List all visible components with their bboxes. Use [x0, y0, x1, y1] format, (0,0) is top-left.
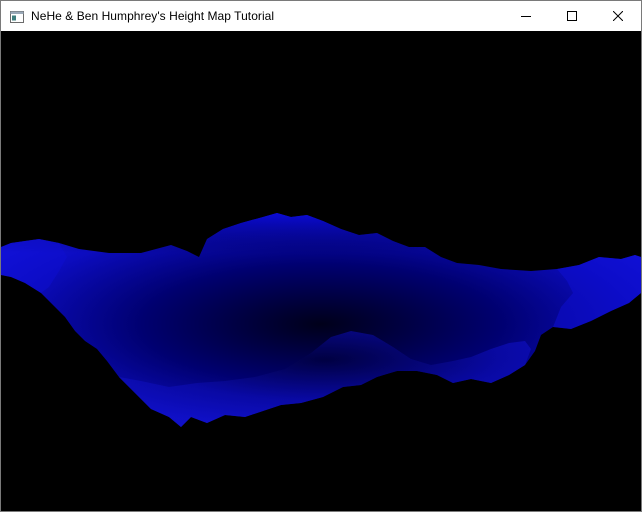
- window-controls: [503, 1, 641, 31]
- terrain-render: [1, 213, 641, 427]
- window-title: NeHe & Ben Humphrey's Height Map Tutoria…: [31, 9, 275, 23]
- minimize-button[interactable]: [503, 1, 549, 31]
- minimize-icon: [521, 16, 531, 17]
- title-bar[interactable]: NeHe & Ben Humphrey's Height Map Tutoria…: [1, 1, 641, 31]
- close-icon: [613, 11, 623, 21]
- app-window: NeHe & Ben Humphrey's Height Map Tutoria…: [0, 0, 642, 512]
- maximize-button[interactable]: [549, 1, 595, 31]
- maximize-icon: [567, 11, 577, 21]
- render-viewport[interactable]: [1, 31, 641, 511]
- application-window-icon: [10, 10, 24, 23]
- close-button[interactable]: [595, 1, 641, 31]
